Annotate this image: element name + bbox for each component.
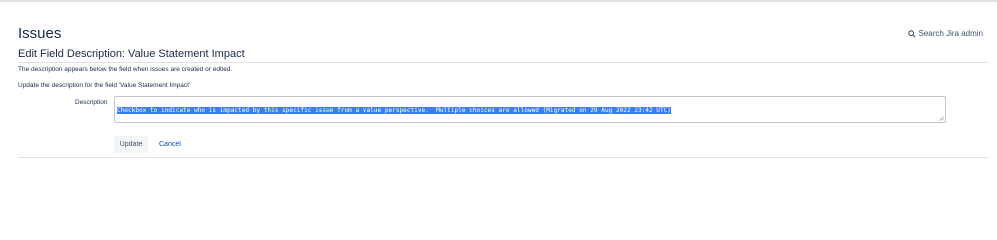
search-jira-admin-link[interactable]: Search Jira admin [907, 29, 983, 38]
search-icon [907, 29, 916, 38]
header-divider [18, 62, 989, 63]
cancel-link[interactable]: Cancel [159, 136, 181, 153]
update-button[interactable]: Update [114, 136, 148, 153]
top-border [0, 0, 997, 2]
description-textarea[interactable]: Checkbox to indicate who is impacted by … [114, 96, 946, 123]
help-text: The description appears below the field … [18, 66, 233, 73]
page-title: Issues [18, 25, 62, 42]
resize-handle-icon[interactable] [939, 116, 944, 121]
search-jira-admin-label: Search Jira admin [918, 29, 983, 38]
description-label: Description [75, 99, 108, 106]
instruction-text: Update the description for the field 'Va… [18, 82, 191, 89]
section-title: Edit Field Description: Value Statement … [18, 48, 245, 60]
form-divider [18, 157, 989, 158]
description-text-selected: Checkbox to indicate who is impacted by … [117, 107, 671, 114]
